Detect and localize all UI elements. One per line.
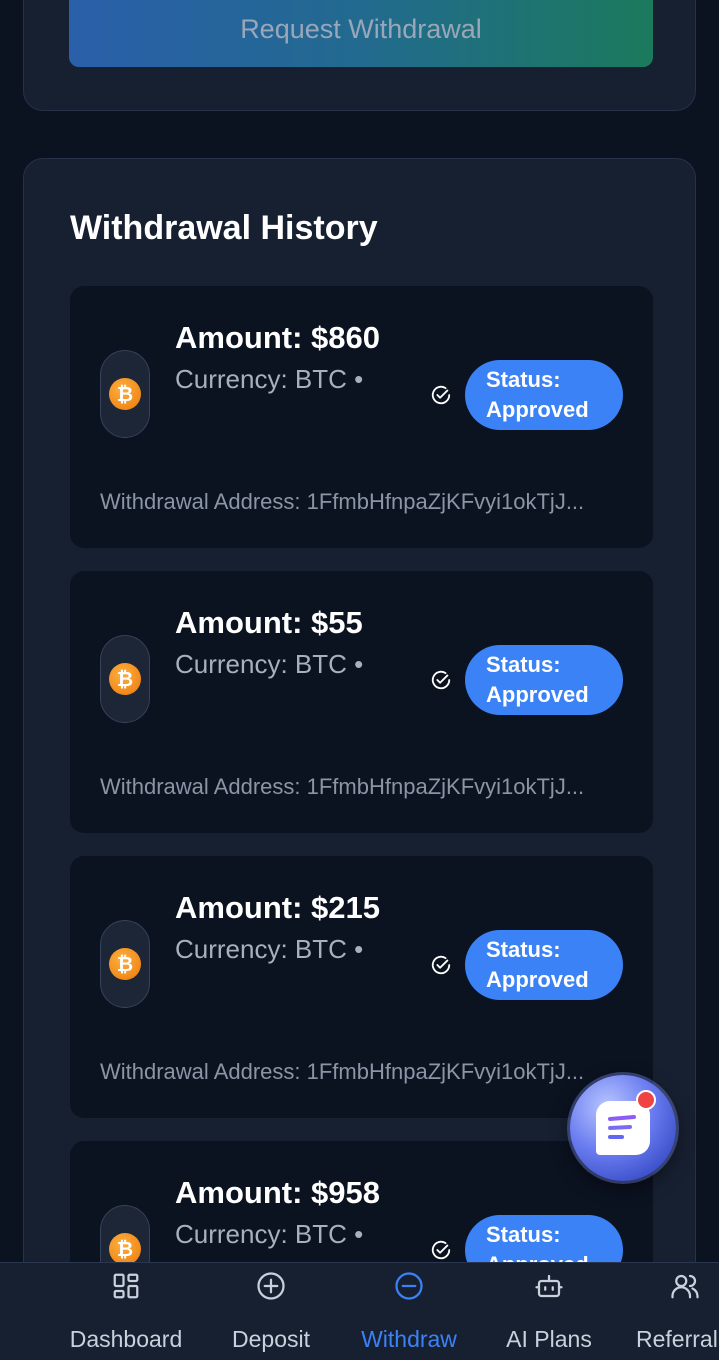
withdrawal-form-card: Request Withdrawal bbox=[23, 0, 696, 111]
chat-support-button[interactable] bbox=[570, 1075, 676, 1181]
nav-label: Deposit bbox=[232, 1326, 310, 1352]
history-item: ₿ Amount: $55 Currency: BTC • Status: Ap… bbox=[70, 571, 653, 833]
status-label: Status: bbox=[486, 937, 561, 962]
status-label: Status: bbox=[486, 1222, 561, 1247]
history-title: Withdrawal History bbox=[70, 209, 378, 247]
currency-text: Currency: BTC • bbox=[175, 649, 364, 679]
nav-item-dashboard[interactable]: Dashboard bbox=[66, 1263, 186, 1360]
nav-item-ai-plans[interactable]: AI Plans bbox=[499, 1263, 599, 1360]
status-label: Status: bbox=[486, 652, 561, 677]
nav-item-withdraw[interactable]: Withdraw bbox=[354, 1263, 464, 1360]
check-circle-icon bbox=[431, 670, 451, 690]
check-circle-icon bbox=[431, 385, 451, 405]
withdraw-page: Request Withdrawal Withdrawal History ₿ … bbox=[0, 0, 719, 1360]
history-item: ₿ Amount: $860 Currency: BTC • Status: A… bbox=[70, 286, 653, 548]
amount-text: Amount: $215 bbox=[175, 890, 380, 925]
withdrawal-address: Withdrawal Address: 1FfmbHfnpaZjKFvyi1ok… bbox=[100, 489, 585, 514]
status-value: Approved bbox=[486, 967, 589, 992]
check-circle-icon bbox=[431, 955, 451, 975]
currency-text: Currency: BTC • bbox=[175, 364, 364, 394]
status-badge: Status: Approved bbox=[465, 645, 623, 715]
users-icon bbox=[671, 1274, 699, 1299]
amount-text: Amount: $55 bbox=[175, 605, 363, 640]
nav-label: Dashboard bbox=[69, 1326, 183, 1352]
bitcoin-icon: ₿ bbox=[109, 378, 141, 410]
coin-badge: ₿ bbox=[100, 635, 150, 723]
nav-label: Withdraw bbox=[361, 1326, 457, 1352]
nav-label: Referral bbox=[636, 1326, 718, 1352]
status-badge: Status: Approved bbox=[465, 930, 623, 1000]
status-badge: Status: Approved bbox=[465, 360, 623, 430]
bitcoin-icon: ₿ bbox=[109, 948, 141, 980]
withdrawal-address: Withdrawal Address: 1FfmbHfnpaZjKFvyi1ok… bbox=[100, 1059, 585, 1084]
currency-text: Currency: BTC • bbox=[175, 1219, 364, 1249]
coin-badge: ₿ bbox=[100, 920, 150, 1008]
status-value: Approved bbox=[486, 397, 589, 422]
amount-text: Amount: $958 bbox=[175, 1175, 380, 1210]
status-value: Approved bbox=[486, 682, 589, 707]
minus-circle-icon bbox=[395, 1272, 423, 1300]
amount-text: Amount: $860 bbox=[175, 320, 380, 355]
nav-item-referral[interactable]: Referral bbox=[636, 1263, 719, 1360]
currency-text: Currency: BTC • bbox=[175, 934, 364, 964]
robot-icon bbox=[535, 1274, 563, 1298]
history-item: ₿ Amount: $215 Currency: BTC • Status: A… bbox=[70, 856, 653, 1118]
notification-dot bbox=[636, 1090, 656, 1110]
dashboard-icon bbox=[113, 1273, 139, 1299]
withdrawal-address: Withdrawal Address: 1FfmbHfnpaZjKFvyi1ok… bbox=[100, 774, 585, 799]
status-label: Status: bbox=[486, 367, 561, 392]
withdrawal-history-card: Withdrawal History ₿ Amount: $860 Curren… bbox=[23, 158, 696, 1360]
nav-item-deposit[interactable]: Deposit bbox=[221, 1263, 321, 1360]
bottom-navigation: Dashboard Deposit Withdraw AI Plans Refe… bbox=[0, 1262, 719, 1360]
bitcoin-icon: ₿ bbox=[109, 1233, 141, 1265]
plus-circle-icon bbox=[257, 1272, 285, 1300]
request-withdrawal-button[interactable]: Request Withdrawal bbox=[69, 0, 653, 67]
check-circle-icon bbox=[431, 1240, 451, 1260]
bitcoin-icon: ₿ bbox=[109, 663, 141, 695]
nav-label: AI Plans bbox=[506, 1326, 592, 1352]
coin-badge: ₿ bbox=[100, 350, 150, 438]
